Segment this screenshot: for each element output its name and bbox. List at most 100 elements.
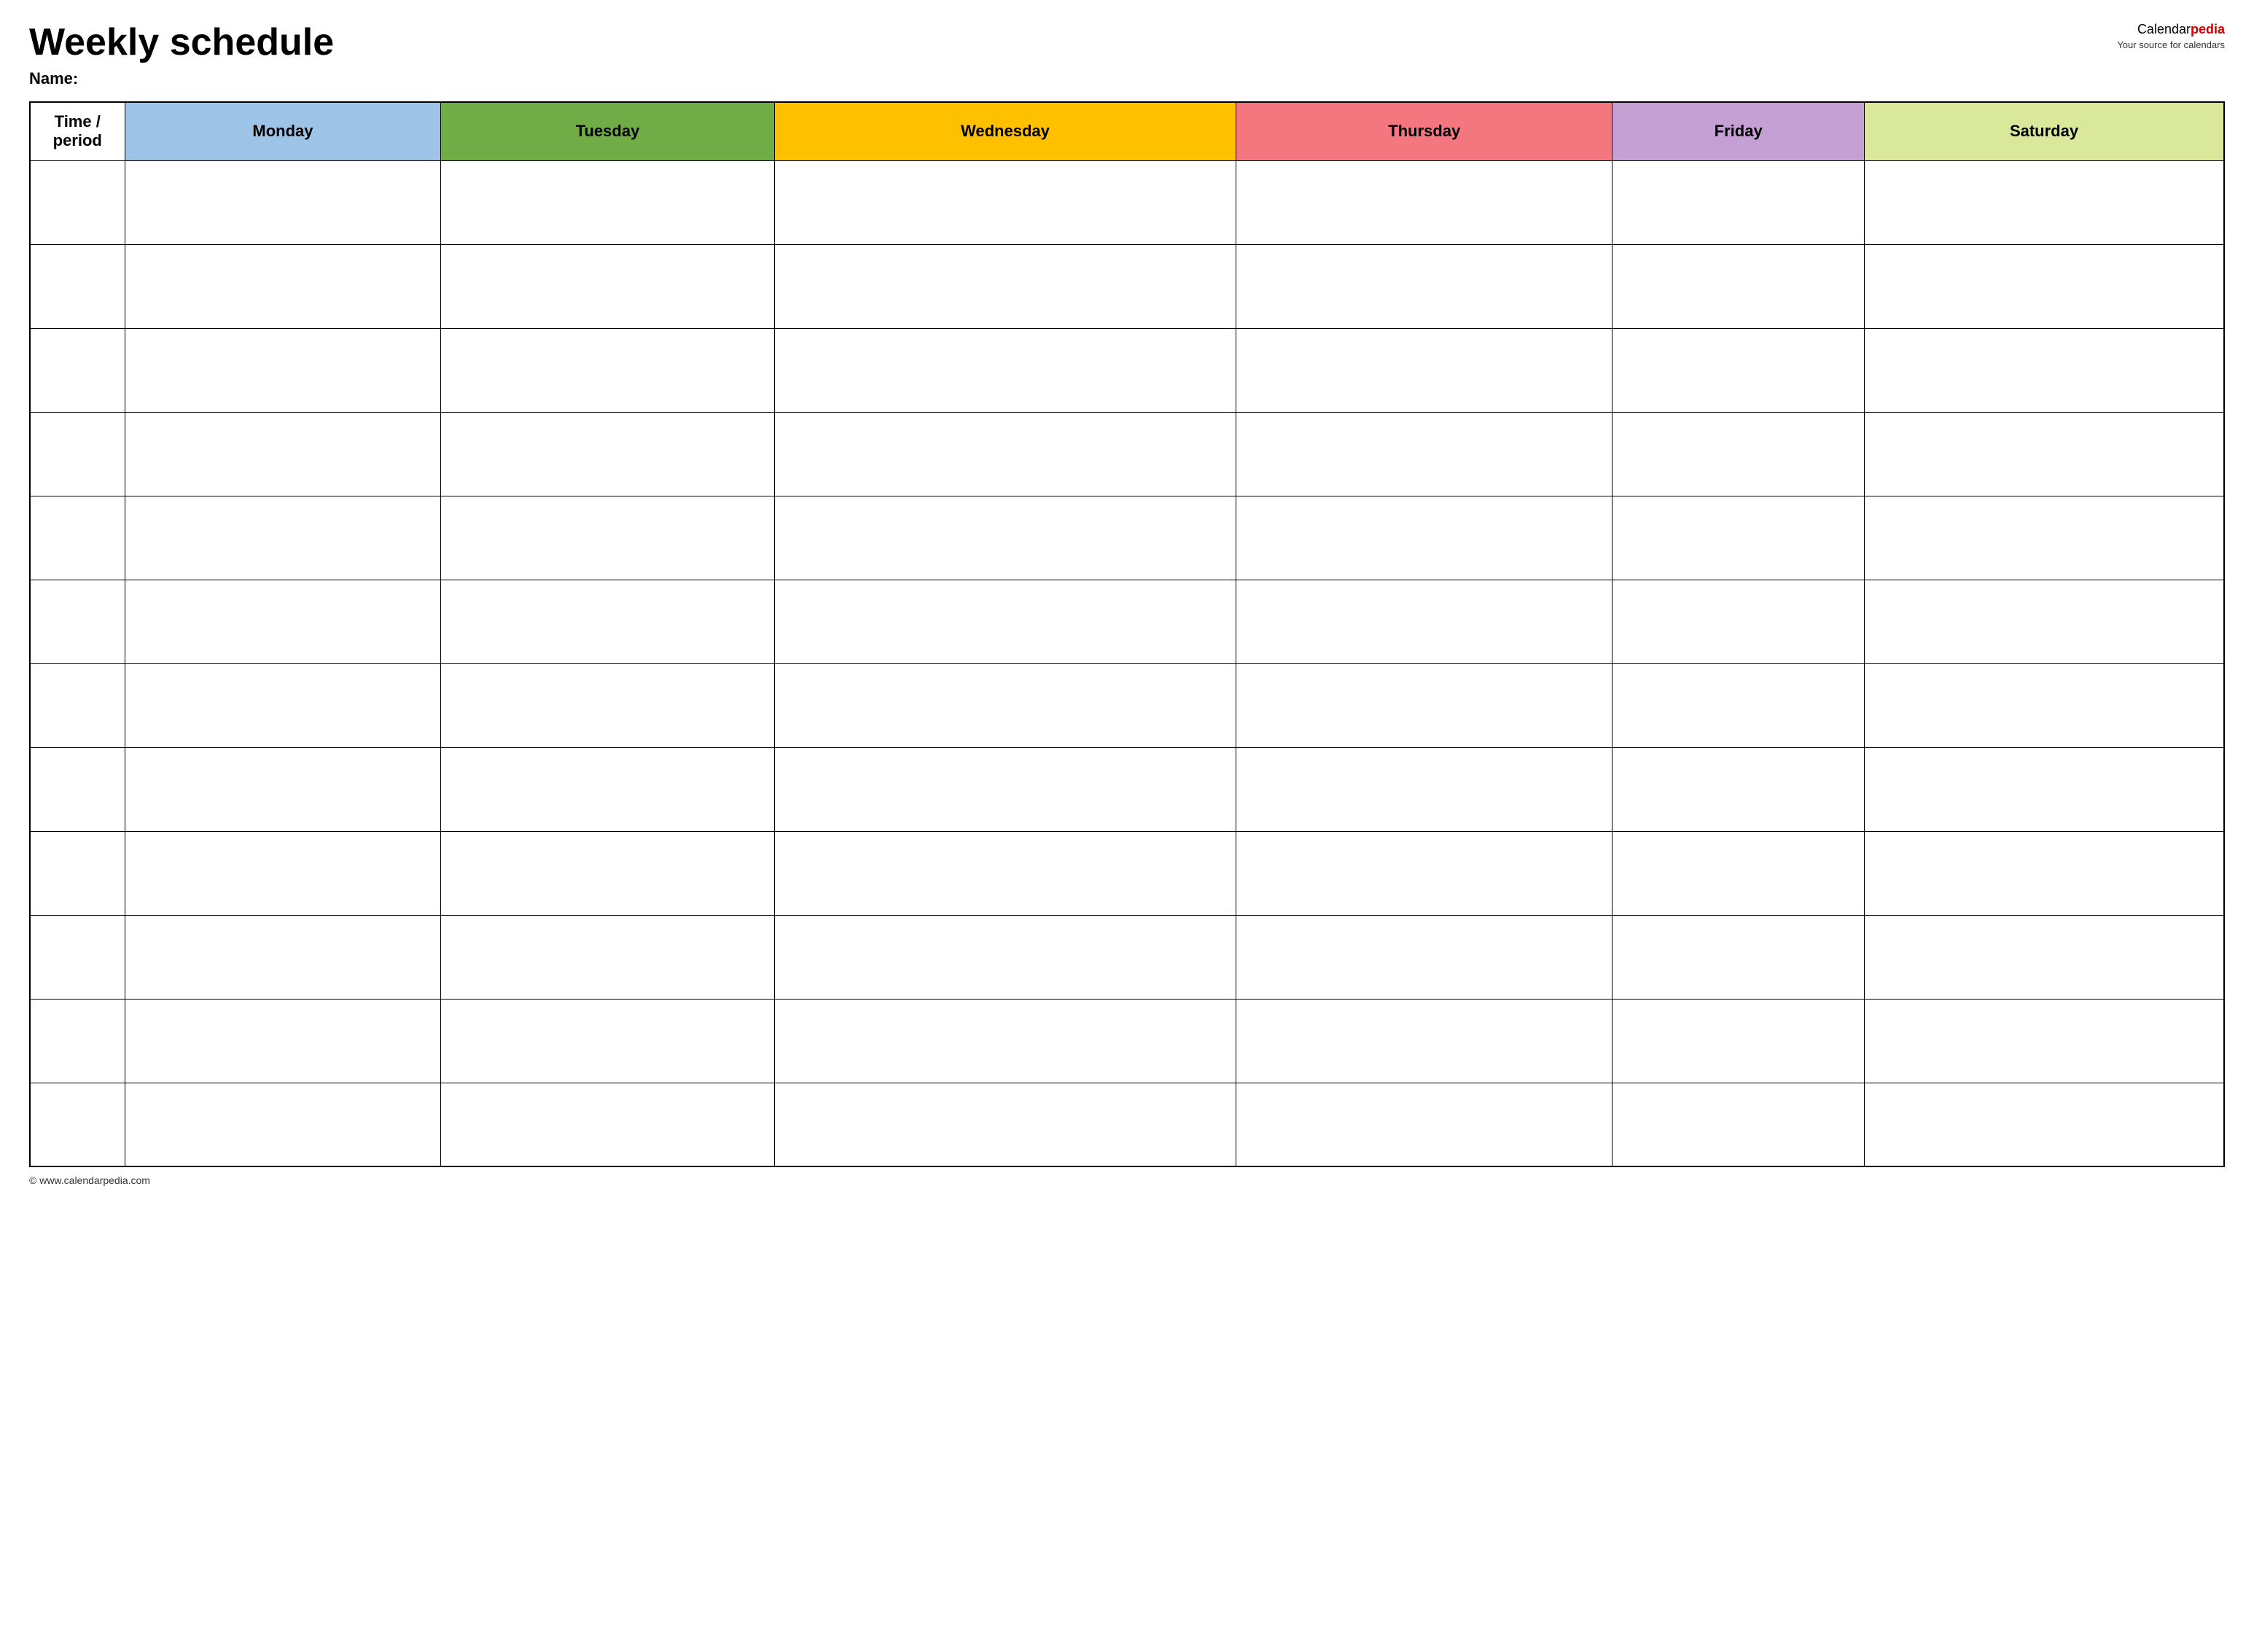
schedule-cell[interactable]: [1612, 412, 1865, 496]
col-header-friday: Friday: [1612, 102, 1865, 160]
schedule-cell[interactable]: [1865, 580, 2224, 663]
schedule-cell[interactable]: [774, 831, 1236, 915]
time-cell[interactable]: [30, 496, 125, 580]
col-header-tuesday: Tuesday: [441, 102, 774, 160]
col-header-monday: Monday: [125, 102, 441, 160]
name-label: Name:: [29, 69, 2102, 88]
schedule-cell[interactable]: [774, 412, 1236, 496]
schedule-cell[interactable]: [125, 1083, 441, 1166]
schedule-cell[interactable]: [1612, 580, 1865, 663]
schedule-cell[interactable]: [125, 747, 441, 831]
schedule-cell[interactable]: [1612, 160, 1865, 244]
table-row: [30, 747, 2224, 831]
time-cell[interactable]: [30, 580, 125, 663]
schedule-cell[interactable]: [1236, 328, 1612, 412]
schedule-cell[interactable]: [1236, 831, 1612, 915]
schedule-cell[interactable]: [1612, 1083, 1865, 1166]
schedule-cell[interactable]: [441, 831, 774, 915]
schedule-cell[interactable]: [441, 747, 774, 831]
schedule-cell[interactable]: [1612, 663, 1865, 747]
page-title: Weekly schedule: [29, 22, 2102, 63]
time-cell[interactable]: [30, 663, 125, 747]
schedule-cell[interactable]: [1236, 1083, 1612, 1166]
schedule-cell[interactable]: [774, 580, 1236, 663]
schedule-cell[interactable]: [125, 663, 441, 747]
schedule-cell[interactable]: [1236, 412, 1612, 496]
table-row: [30, 244, 2224, 328]
schedule-cell[interactable]: [1236, 244, 1612, 328]
schedule-cell[interactable]: [1236, 999, 1612, 1083]
schedule-cell[interactable]: [125, 915, 441, 999]
schedule-cell[interactable]: [125, 244, 441, 328]
schedule-cell[interactable]: [1865, 244, 2224, 328]
time-cell[interactable]: [30, 999, 125, 1083]
footer: © www.calendarpedia.com: [29, 1174, 2225, 1186]
time-cell[interactable]: [30, 412, 125, 496]
schedule-cell[interactable]: [1612, 831, 1865, 915]
schedule-cell[interactable]: [441, 496, 774, 580]
schedule-cell[interactable]: [1236, 915, 1612, 999]
schedule-cell[interactable]: [1612, 496, 1865, 580]
schedule-cell[interactable]: [1612, 999, 1865, 1083]
logo-calendar-text: Calendar: [2137, 22, 2191, 36]
schedule-cell[interactable]: [125, 580, 441, 663]
schedule-cell[interactable]: [774, 244, 1236, 328]
schedule-cell[interactable]: [125, 496, 441, 580]
schedule-cell[interactable]: [1236, 496, 1612, 580]
schedule-cell[interactable]: [774, 496, 1236, 580]
schedule-cell[interactable]: [1865, 328, 2224, 412]
schedule-table: Time / period Monday Tuesday Wednesday T…: [29, 101, 2225, 1167]
schedule-cell[interactable]: [441, 915, 774, 999]
schedule-cell[interactable]: [1612, 915, 1865, 999]
col-header-saturday: Saturday: [1865, 102, 2224, 160]
schedule-cell[interactable]: [441, 580, 774, 663]
schedule-cell[interactable]: [1236, 160, 1612, 244]
schedule-cell[interactable]: [441, 244, 774, 328]
schedule-cell[interactable]: [441, 1083, 774, 1166]
schedule-cell[interactable]: [441, 328, 774, 412]
schedule-cell[interactable]: [1612, 328, 1865, 412]
schedule-cell[interactable]: [1236, 580, 1612, 663]
col-header-thursday: Thursday: [1236, 102, 1612, 160]
header-row: Time / period Monday Tuesday Wednesday T…: [30, 102, 2224, 160]
time-cell[interactable]: [30, 915, 125, 999]
time-cell[interactable]: [30, 831, 125, 915]
schedule-cell[interactable]: [1865, 160, 2224, 244]
schedule-cell[interactable]: [1865, 915, 2224, 999]
schedule-cell[interactable]: [774, 160, 1236, 244]
schedule-cell[interactable]: [1865, 663, 2224, 747]
schedule-cell[interactable]: [441, 412, 774, 496]
schedule-cell[interactable]: [1865, 412, 2224, 496]
schedule-cell[interactable]: [1612, 244, 1865, 328]
schedule-cell[interactable]: [1236, 747, 1612, 831]
time-cell[interactable]: [30, 160, 125, 244]
schedule-cell[interactable]: [1612, 747, 1865, 831]
schedule-cell[interactable]: [125, 999, 441, 1083]
schedule-cell[interactable]: [125, 160, 441, 244]
schedule-cell[interactable]: [774, 747, 1236, 831]
schedule-cell[interactable]: [441, 663, 774, 747]
schedule-cell[interactable]: [774, 999, 1236, 1083]
schedule-cell[interactable]: [441, 999, 774, 1083]
schedule-cell[interactable]: [774, 328, 1236, 412]
schedule-cell[interactable]: [1865, 999, 2224, 1083]
time-cell[interactable]: [30, 244, 125, 328]
schedule-cell[interactable]: [441, 160, 774, 244]
time-cell[interactable]: [30, 1083, 125, 1166]
table-row: [30, 496, 2224, 580]
schedule-cell[interactable]: [1865, 496, 2224, 580]
logo-section: Calendarpedia Your source for calendars: [2117, 22, 2225, 50]
schedule-cell[interactable]: [125, 328, 441, 412]
schedule-cell[interactable]: [774, 1083, 1236, 1166]
time-cell[interactable]: [30, 747, 125, 831]
schedule-cell[interactable]: [1865, 747, 2224, 831]
schedule-cell[interactable]: [774, 663, 1236, 747]
schedule-cell[interactable]: [1236, 663, 1612, 747]
schedule-cell[interactable]: [1865, 1083, 2224, 1166]
time-cell[interactable]: [30, 328, 125, 412]
schedule-cell[interactable]: [125, 412, 441, 496]
logo-pedia-text: pedia: [2191, 22, 2225, 36]
schedule-cell[interactable]: [1865, 831, 2224, 915]
schedule-cell[interactable]: [125, 831, 441, 915]
schedule-cell[interactable]: [774, 915, 1236, 999]
